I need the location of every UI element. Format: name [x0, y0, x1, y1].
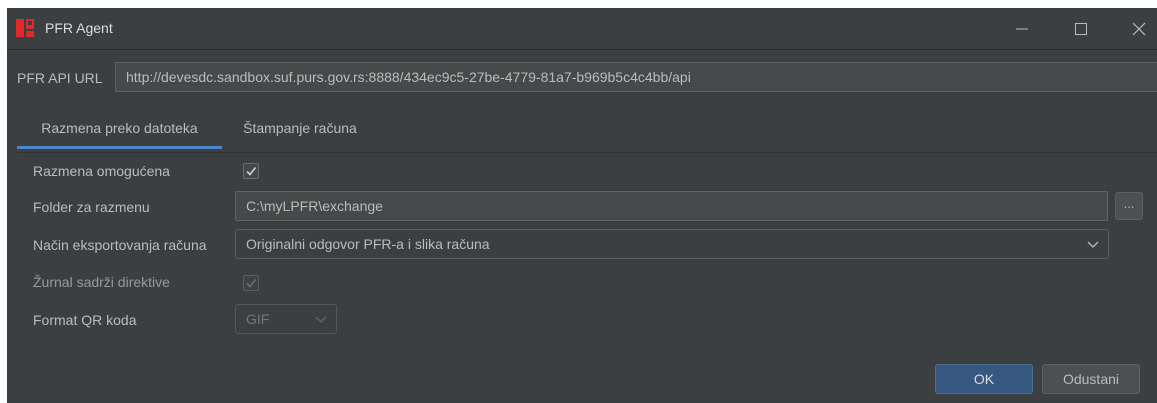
window-title: PFR Agent: [45, 20, 113, 36]
tab-receipt-printing[interactable]: Štampanje računa: [230, 113, 370, 153]
maximize-icon: [1075, 22, 1087, 35]
export-mode-label: Način eksportovanja računa: [33, 237, 207, 253]
cancel-button[interactable]: Odustani: [1042, 364, 1140, 394]
tab-file-exchange[interactable]: Razmena preko datoteka: [17, 113, 222, 153]
browse-folder-button[interactable]: ...: [1115, 192, 1143, 220]
close-icon: [1132, 22, 1146, 35]
journal-directives-checkbox[interactable]: [243, 275, 259, 291]
export-mode-select[interactable]: Originalni odgovor PFR-a i slika računa: [235, 229, 1109, 259]
close-button[interactable]: [1119, 8, 1157, 49]
pfr-logo-icon: [16, 19, 34, 37]
qr-format-label: Format QR koda: [33, 312, 137, 328]
checkmark-icon: [246, 279, 257, 288]
qr-format-value: GIF: [246, 311, 270, 327]
api-url-field[interactable]: http://devesdc.sandbox.suf.purs.gov.rs:8…: [115, 62, 1157, 92]
ok-button[interactable]: OK: [935, 364, 1033, 394]
journal-directives-label: Žurnal sadrži direktive: [33, 274, 170, 290]
pfr-agent-window: PFR Agent PFR API URL http://devesdc.san…: [7, 8, 1157, 403]
api-url-label: PFR API URL: [17, 70, 103, 86]
folder-label: Folder za razmenu: [33, 199, 150, 215]
tab-divider: [17, 152, 1157, 153]
checkmark-icon: [246, 167, 257, 176]
qr-format-select[interactable]: GIF: [235, 304, 337, 334]
exchange-enabled-checkbox[interactable]: [243, 163, 259, 179]
chevron-down-icon: [315, 316, 327, 323]
export-mode-value: Originalni odgovor PFR-a i slika računa: [246, 236, 490, 252]
minimize-icon: [1016, 28, 1028, 29]
chevron-down-icon: [1087, 241, 1099, 248]
maximize-button[interactable]: [1061, 8, 1101, 49]
api-url-row: PFR API URL http://devesdc.sandbox.suf.p…: [7, 62, 1157, 94]
tab-label: Štampanje računa: [243, 120, 357, 136]
exchange-enabled-label: Razmena omogućena: [33, 163, 170, 179]
tab-label: Razmena preko datoteka: [41, 120, 198, 136]
title-bar[interactable]: PFR Agent: [7, 8, 1157, 50]
minimize-button[interactable]: [1002, 8, 1042, 49]
folder-input[interactable]: C:\myLPFR\exchange: [235, 191, 1108, 221]
